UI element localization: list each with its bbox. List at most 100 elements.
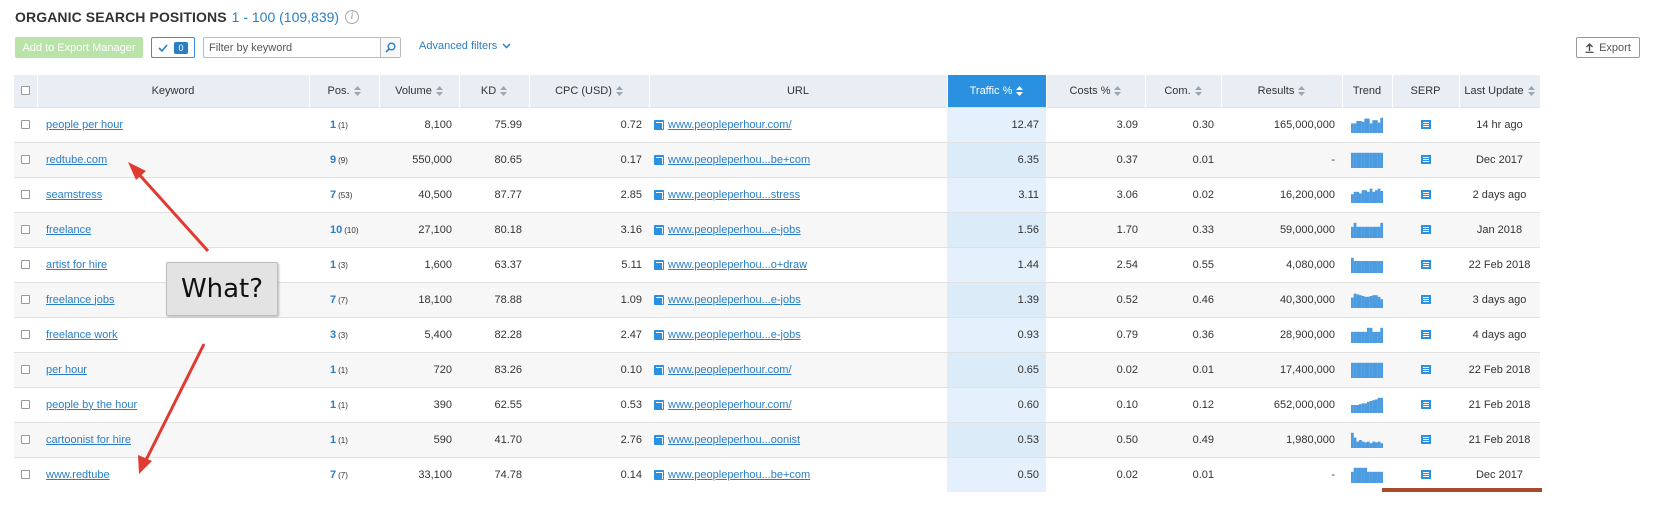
keyword-link[interactable]: cartoonist for hire [46,434,131,446]
url-link[interactable]: www.peopleperhou...e-jobs [668,329,801,341]
row-checkbox[interactable] [21,120,30,130]
col-header-kd[interactable]: KD [459,75,530,107]
trend-bar [1369,122,1373,133]
volume-cell: 18,100 [379,281,459,317]
serp-icon[interactable] [1420,295,1431,305]
position-value[interactable]: 10 [330,224,342,236]
cpc-cell: 5.11 [529,246,649,282]
col-header-checkbox[interactable] [14,75,38,107]
row-checkbox-cell [14,246,37,282]
external-link-icon[interactable] [654,469,664,480]
serp-icon[interactable] [1420,120,1431,130]
position-cell: 3 (3) [309,316,379,352]
external-link-icon[interactable] [654,364,664,375]
external-link-icon[interactable] [654,434,664,445]
position-value[interactable]: 9 [330,154,336,166]
serp-icon[interactable] [1420,155,1431,165]
position-value[interactable]: 7 [330,294,336,306]
col-header-volume[interactable]: Volume [379,75,460,107]
add-to-export-manager-button[interactable]: Add to Export Manager [15,37,143,58]
position-value[interactable]: 1 [330,399,336,411]
external-link-icon[interactable] [654,294,664,305]
advanced-filters-link[interactable]: Advanced filters [419,40,511,52]
cpc-cell: 2.76 [529,421,649,457]
url-link[interactable]: www.peopleperhou...stress [668,189,800,201]
position-value[interactable]: 1 [330,259,336,271]
export-button[interactable]: Export [1576,37,1640,58]
keyword-link[interactable]: per hour [46,364,87,376]
external-link-icon[interactable] [654,224,664,235]
col-header-traffic[interactable]: Traffic % [947,75,1047,107]
external-link-icon[interactable] [654,189,664,200]
row-checkbox[interactable] [21,155,30,165]
row-checkbox[interactable] [21,190,30,200]
selected-rows-button[interactable]: 0 [151,37,195,58]
serp-icon[interactable] [1420,470,1431,480]
col-header-com[interactable]: Com. [1145,75,1222,107]
external-link-icon[interactable] [654,119,664,130]
cpc-cell: 0.53 [529,386,649,422]
url-link[interactable]: www.peopleperhour.com/ [668,399,792,411]
url-link[interactable]: www.peopleperhou...e-jobs [668,294,801,306]
keyword-link[interactable]: people by the hour [46,399,137,411]
position-value[interactable]: 1 [330,364,336,376]
keyword-link[interactable]: seamstress [46,189,102,201]
select-all-checkbox[interactable] [20,86,30,96]
selected-count-badge: 0 [174,41,188,54]
col-header-costs[interactable]: Costs % [1046,75,1146,107]
keyword-cell: freelance [37,211,309,247]
serp-icon[interactable] [1420,435,1431,445]
row-checkbox[interactable] [21,470,30,480]
filter-keyword-input[interactable] [204,38,382,57]
row-checkbox[interactable] [21,365,30,375]
serp-icon[interactable] [1420,330,1431,340]
serp-icon[interactable] [1420,365,1431,375]
row-checkbox[interactable] [21,330,30,340]
col-header-results[interactable]: Results [1221,75,1343,107]
url-link[interactable]: www.peopleperhou...be+com [668,469,810,481]
results-cell: 28,900,000 [1221,316,1342,352]
row-checkbox[interactable] [21,400,30,410]
keyword-link[interactable]: freelance work [46,329,118,341]
serp-icon[interactable] [1420,260,1431,270]
keyword-link[interactable]: freelance jobs [46,294,115,306]
col-header-last-update[interactable]: Last Update [1459,75,1541,107]
external-link-icon[interactable] [654,154,664,165]
volume-cell: 5,400 [379,316,459,352]
bottom-edge-bar [1382,488,1542,492]
url-link[interactable]: www.peopleperhou...e-jobs [668,224,801,236]
info-icon[interactable]: i [345,10,360,24]
col-header-cpc[interactable]: CPC (USD) [529,75,650,107]
url-link[interactable]: www.peopleperhour.com/ [668,119,792,131]
external-link-icon[interactable] [654,399,664,410]
position-value[interactable]: 1 [330,434,336,446]
keyword-link[interactable]: artist for hire [46,259,107,271]
row-checkbox[interactable] [21,225,30,235]
position-value[interactable]: 3 [330,329,336,341]
serp-icon[interactable] [1420,400,1431,410]
row-checkbox[interactable] [21,435,30,445]
position-value[interactable]: 7 [330,469,336,481]
external-link-icon[interactable] [654,329,664,340]
serp-icon[interactable] [1420,190,1431,200]
row-checkbox[interactable] [21,295,30,305]
url-link[interactable]: www.peopleperhou...o+draw [668,259,807,271]
col-header-label: Trend [1352,84,1382,97]
keyword-link[interactable]: people per hour [46,119,123,131]
filter-search-button[interactable] [380,38,400,57]
position-value[interactable]: 1 [330,119,336,131]
keyword-link[interactable]: www.redtube [46,469,110,481]
row-checkbox-cell [14,316,37,352]
url-link[interactable]: www.peopleperhour.com/ [668,364,792,376]
url-link[interactable]: www.peopleperhou...oonist [668,434,800,446]
external-link-icon[interactable] [654,259,664,270]
keyword-link[interactable]: freelance [46,224,91,236]
position-value[interactable]: 7 [330,189,336,201]
col-header-pos[interactable]: Pos. [309,75,380,107]
row-checkbox[interactable] [21,260,30,270]
keyword-link[interactable]: redtube.com [46,154,107,166]
serp-icon[interactable] [1420,225,1431,235]
url-link[interactable]: www.peopleperhou...be+com [668,154,810,166]
previous-position: (7) [338,470,348,480]
volume-cell: 27,100 [379,211,459,247]
